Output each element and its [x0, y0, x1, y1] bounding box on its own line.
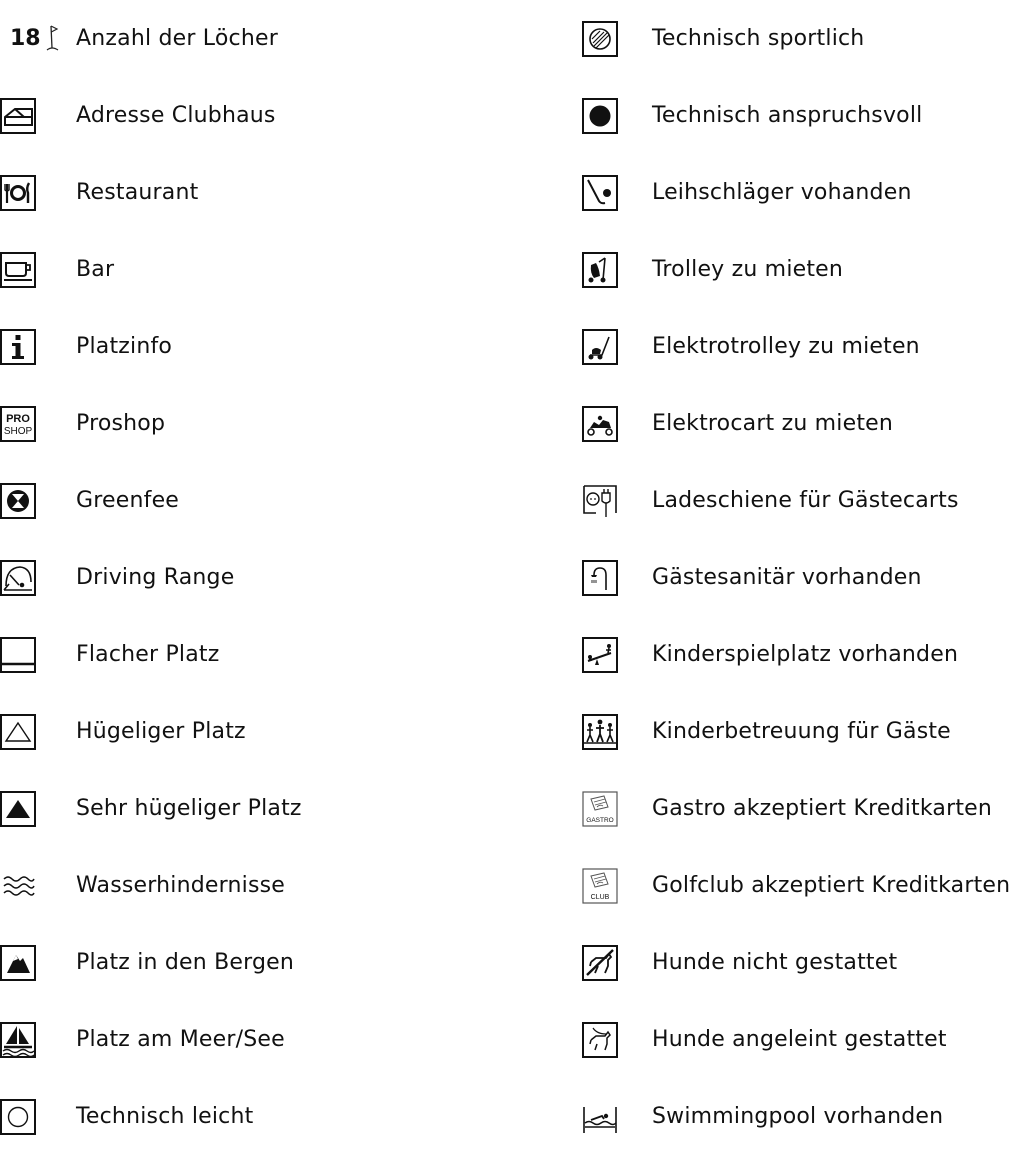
legend-item-no-dogs: Hunde nicht gestattet: [582, 924, 1020, 1001]
legend-item-playground: Kinderspielplatz vorhanden: [582, 616, 1020, 693]
legend-label: Kinderspielplatz vorhanden: [652, 642, 959, 667]
legend-label: Sehr hügeliger Platz: [76, 796, 302, 821]
rental-clubs-icon: [582, 174, 618, 211]
legend-item-water: Wasserhindernisse: [0, 847, 520, 924]
credit-card-club-icon-text: CLUB: [591, 894, 610, 901]
holes-count: 18: [10, 26, 41, 51]
flat-course-icon: [0, 636, 36, 673]
legend-item-demanding: Technisch anspruchsvoll: [582, 77, 1020, 154]
legend-right-column: Technisch sportlich Technisch anspruchsv…: [582, 0, 1020, 1155]
electric-trolley-icon: [582, 328, 618, 365]
legend-item-rental-clubs: Leihschläger vohanden: [582, 154, 1020, 231]
legend-item-leashed-dogs: Hunde angeleint gestattet: [582, 1001, 1020, 1078]
legend-item-greenfee: Greenfee: [0, 462, 520, 539]
legend-item-shower: Gästesanitär vorhanden: [582, 539, 1020, 616]
legend-label: Anzahl der Löcher: [76, 26, 278, 51]
legend-label: Bar: [76, 257, 115, 282]
electric-cart-icon: [582, 405, 618, 442]
legend-label: Elektrocart zu mieten: [652, 411, 894, 436]
bar-cup-icon: [0, 251, 36, 288]
no-dogs-icon: [582, 944, 618, 981]
credit-card-gastro-icon: GASTRO: [582, 790, 618, 827]
legend-item-sporty: Technisch sportlich: [582, 0, 1020, 77]
proshop-icon-text-top: PRO: [6, 413, 30, 425]
legend-item-childcare: Kinderbetreuung für Gäste: [582, 693, 1020, 770]
legend-item-hilly: Hügeliger Platz: [0, 693, 520, 770]
legend-label: Proshop: [76, 411, 166, 436]
legend-item-e-trolley: Elektrotrolley zu mieten: [582, 308, 1020, 385]
dogs-leashed-icon: [582, 1021, 618, 1058]
legend-item-charging: Ladeschiene für Gästecarts: [582, 462, 1020, 539]
very-hilly-course-icon: [0, 790, 36, 827]
technically-sporty-icon: [582, 20, 618, 57]
legend-item-holes: 18 Anzahl der Löcher: [0, 0, 520, 77]
legend-label: Technisch anspruchsvoll: [652, 103, 923, 128]
legend-item-pool: Swimmingpool vorhanden: [582, 1078, 1020, 1155]
clubhouse-icon: [0, 97, 36, 134]
legend-item-info: Platzinfo: [0, 308, 520, 385]
legend-label: Golfclub akzeptiert Kreditkarten: [652, 873, 1011, 898]
legend-label: Technisch leicht: [76, 1104, 254, 1129]
credit-card-club-icon: CLUB: [582, 867, 618, 904]
hilly-course-icon: [0, 713, 36, 750]
restaurant-icon: [0, 174, 36, 211]
legend-label: Gästesanitär vorhanden: [652, 565, 922, 590]
legend-item-cc-club: CLUB Golfclub akzeptiert Kreditkarten: [582, 847, 1020, 924]
legend-label: Flacher Platz: [76, 642, 220, 667]
legend-item-trolley: Trolley zu mieten: [582, 231, 1020, 308]
legend-label: Swimmingpool vorhanden: [652, 1104, 944, 1129]
legend-item-very-hilly: Sehr hügeliger Platz: [0, 770, 520, 847]
legend-item-cc-gastro: GASTRO Gastro akzeptiert Kreditkarten: [582, 770, 1020, 847]
legend-label: Driving Range: [76, 565, 235, 590]
legend-label: Restaurant: [76, 180, 199, 205]
legend-label: Kinderbetreuung für Gäste: [652, 719, 951, 744]
legend-item-flat: Flacher Platz: [0, 616, 520, 693]
credit-card-gastro-icon-text: GASTRO: [586, 817, 613, 824]
water-hazard-icon: [0, 868, 36, 904]
legend-label: Adresse Clubhaus: [76, 103, 276, 128]
driving-range-icon: [0, 559, 36, 596]
childcare-icon: [582, 713, 618, 750]
mountain-course-icon: [0, 944, 36, 981]
legend-item-driving-range: Driving Range: [0, 539, 520, 616]
legend-label: Hunde angeleint gestattet: [652, 1027, 947, 1052]
trolley-icon: [582, 251, 618, 288]
legend-label: Greenfee: [76, 488, 180, 513]
golf-flag-icon: [45, 24, 65, 54]
info-icon: [0, 328, 36, 365]
legend-item-easy: Technisch leicht: [0, 1078, 520, 1155]
proshop-icon: PRO SHOP: [0, 405, 36, 442]
legend-label: Hunde nicht gestattet: [652, 950, 898, 975]
shower-icon: [582, 559, 618, 596]
legend-item-sea-lake: Platz am Meer/See: [0, 1001, 520, 1078]
sea-lake-course-icon: [0, 1021, 36, 1058]
legend-item-proshop: PRO SHOP Proshop: [0, 385, 520, 462]
legend-item-bar: Bar: [0, 231, 520, 308]
legend-label: Gastro akzeptiert Kreditkarten: [652, 796, 993, 821]
legend-item-restaurant: Restaurant: [0, 154, 520, 231]
greenfee-icon: [0, 482, 36, 519]
legend-label: Wasserhindernisse: [76, 873, 286, 898]
legend-label: Hügeliger Platz: [76, 719, 246, 744]
legend-item-mountains: Platz in den Bergen: [0, 924, 520, 1001]
technically-easy-icon: [0, 1098, 36, 1135]
swimming-pool-icon: [582, 1099, 618, 1135]
technically-demanding-icon: [582, 97, 618, 134]
legend-label: Platz in den Bergen: [76, 950, 295, 975]
charging-icon: [582, 483, 618, 519]
legend-item-e-cart: Elektrocart zu mieten: [582, 385, 1020, 462]
legend-label: Platzinfo: [76, 334, 173, 359]
legend-item-clubhouse: Adresse Clubhaus: [0, 77, 520, 154]
legend-label: Platz am Meer/See: [76, 1027, 285, 1052]
legend-label: Technisch sportlich: [652, 26, 865, 51]
legend-label: Trolley zu mieten: [652, 257, 844, 282]
legend-label: Elektrotrolley zu mieten: [652, 334, 920, 359]
legend-label: Leihschläger vohanden: [652, 180, 912, 205]
playground-icon: [582, 636, 618, 673]
legend-label: Ladeschiene für Gästecarts: [652, 488, 959, 513]
legend-left-column: 18 Anzahl der Löcher Adresse Clubhaus Re…: [0, 0, 520, 1155]
proshop-icon-text-bottom: SHOP: [4, 426, 33, 437]
